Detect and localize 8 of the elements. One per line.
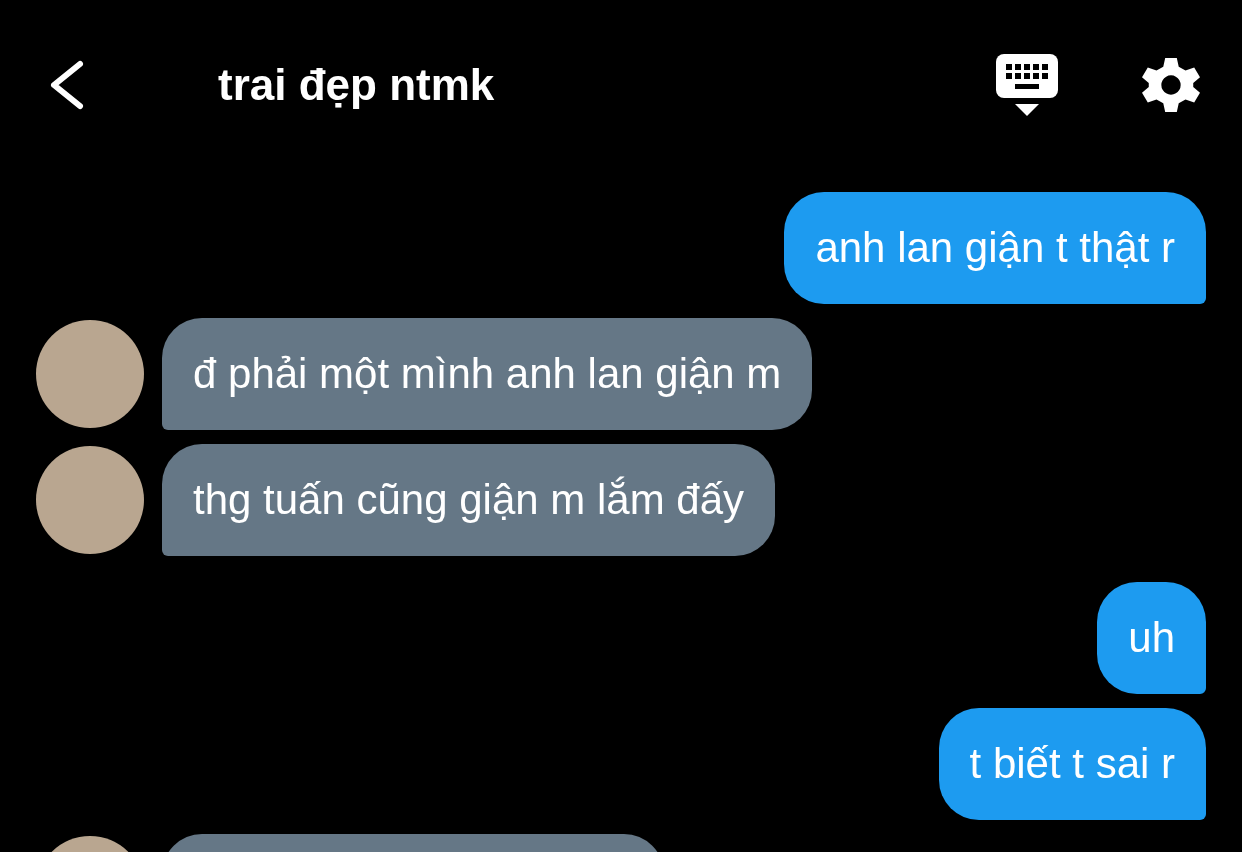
sent-message: uh <box>1097 582 1206 694</box>
sent-message: t biết t sai r <box>938 708 1206 820</box>
received-message: đ phải một mình anh lan giận m <box>162 318 813 430</box>
settings-icon[interactable] <box>1142 56 1200 114</box>
keyboard-icon[interactable] <box>996 54 1058 116</box>
chat-title: trai đẹp ntmk <box>218 60 495 110</box>
received-message: thg tuấn cũng giận m lắm đấy <box>162 444 775 556</box>
sent-message: anh lan giận t thật r <box>784 192 1206 304</box>
